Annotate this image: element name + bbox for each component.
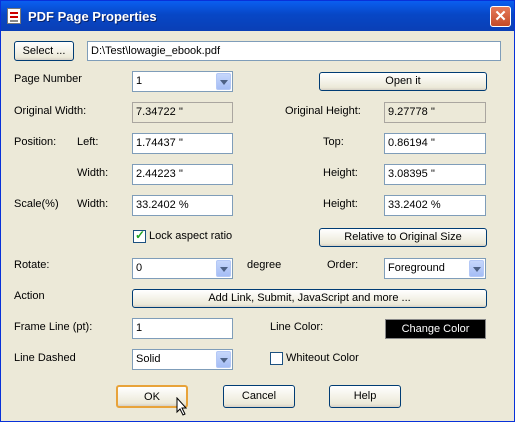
left-field[interactable]: 1.74437 '' [132, 133, 233, 154]
position-height-label: Height: [323, 167, 358, 179]
line-dashed-combo[interactable]: Solid [132, 349, 233, 370]
chevron-down-icon[interactable] [216, 73, 231, 90]
page-number-combo[interactable]: 1 [132, 71, 233, 92]
chevron-down-icon[interactable] [216, 260, 231, 277]
pdf-page-properties-dialog: PDF Page Properties ✕ Select ... D:\Test… [0, 0, 515, 422]
whiteout-color-checkbox[interactable] [270, 352, 283, 365]
line-dashed-value: Solid [136, 353, 161, 365]
close-icon: ✕ [494, 8, 507, 25]
relative-to-original-size-button[interactable]: Relative to Original Size [319, 228, 487, 247]
page-number-value: 1 [136, 75, 143, 87]
frame-line-field[interactable]: 1 [132, 318, 233, 339]
whiteout-color-label: Whiteout Color [286, 352, 359, 364]
chevron-down-icon[interactable] [469, 260, 484, 277]
scale-label: Scale(%) [14, 198, 59, 210]
cancel-button[interactable]: Cancel [223, 385, 295, 408]
original-width-label: Original Width: [14, 105, 87, 117]
rotate-label: Rotate: [14, 259, 50, 271]
degree-label: degree [247, 259, 282, 271]
position-height-field[interactable]: 3.08395 '' [384, 164, 486, 185]
scale-width-label: Width: [77, 198, 109, 210]
open-it-button[interactable]: Open it [319, 72, 487, 91]
top-label: Top: [323, 136, 344, 148]
line-color-label: Line Color: [270, 321, 324, 333]
page-number-label: Page Number [14, 73, 82, 85]
pdf-document-icon [7, 8, 21, 24]
chevron-down-icon[interactable] [216, 351, 231, 368]
position-width-label: Width: [77, 167, 109, 179]
position-label: Position: [14, 136, 57, 148]
scale-height-label: Height: [323, 198, 358, 210]
file-path-field[interactable]: D:\Test\lowagie_ebook.pdf [87, 41, 501, 61]
close-button[interactable]: ✕ [490, 6, 511, 27]
lock-aspect-ratio-label: Lock aspect ratio [149, 230, 233, 242]
order-combo[interactable]: Foreground [384, 258, 486, 279]
scale-width-field[interactable]: 33.2402 % [132, 195, 233, 216]
title-bar: PDF Page Properties ✕ [1, 1, 514, 31]
order-value: Foreground [388, 262, 445, 274]
top-field[interactable]: 0.86194 '' [384, 133, 486, 154]
help-button[interactable]: Help [329, 385, 401, 408]
order-label: Order: [327, 259, 359, 271]
mouse-cursor-icon [176, 397, 188, 416]
window-title: PDF Page Properties [28, 9, 157, 24]
lock-aspect-ratio-checkbox[interactable] [133, 228, 146, 243]
select-file-button[interactable]: Select ... [14, 41, 74, 61]
left-label: Left: [77, 136, 99, 148]
action-label: Action [14, 290, 45, 302]
add-link-button[interactable]: Add Link, Submit, JavaScript and more ..… [132, 289, 487, 308]
original-height-field: 9.27778 '' [384, 102, 486, 123]
rotate-combo[interactable]: 0 [132, 258, 233, 279]
rotate-value: 0 [136, 262, 143, 274]
frame-line-label: Frame Line (pt): [14, 321, 93, 333]
change-color-button[interactable]: Change Color [385, 319, 486, 339]
original-width-field: 7.34722 '' [132, 102, 233, 123]
line-dashed-label: Line Dashed [14, 352, 76, 364]
scale-height-field[interactable]: 33.2402 % [384, 195, 486, 216]
position-width-field[interactable]: 2.44223 '' [132, 164, 233, 185]
original-height-label: Original Height: [285, 105, 361, 117]
